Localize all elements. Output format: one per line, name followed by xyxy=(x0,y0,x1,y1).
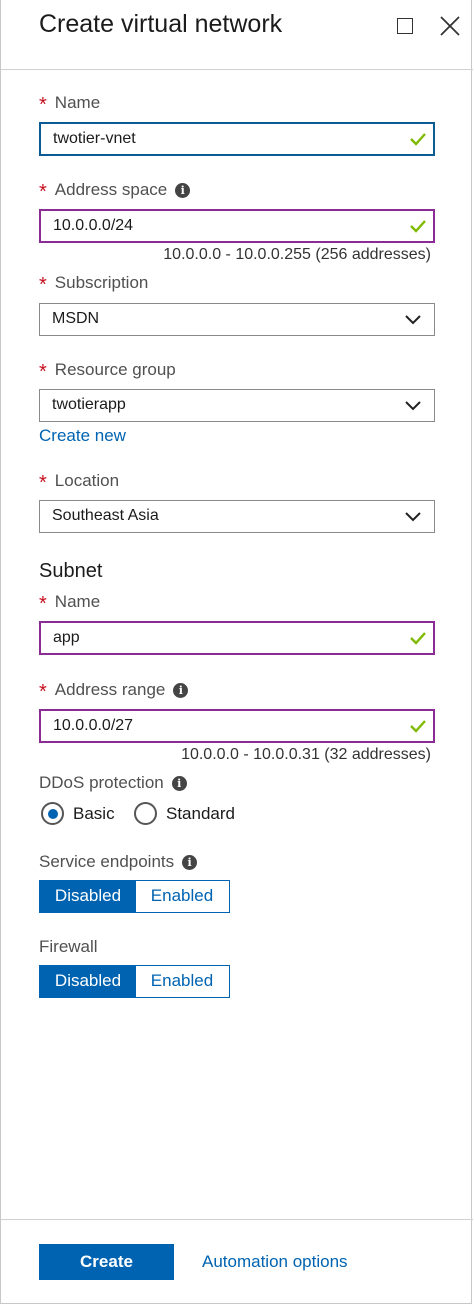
required-marker: * xyxy=(39,472,47,494)
firewall-label: Firewall xyxy=(39,937,98,956)
location-select[interactable]: Southeast Asia xyxy=(39,500,435,533)
subnet-section-title: Subnet xyxy=(39,560,103,582)
service-endpoints-disabled-option[interactable]: Disabled xyxy=(40,881,136,912)
address-space-input[interactable]: 10.0.0.0/24 xyxy=(39,209,435,243)
blade-header: Create virtual network xyxy=(1,0,473,70)
required-marker: * xyxy=(39,681,47,703)
firewall-toggle: Disabled Enabled xyxy=(39,965,230,998)
address-range-input[interactable]: 10.0.0.0/27 xyxy=(39,709,435,743)
address-space-label: * Address space i xyxy=(39,180,191,203)
subscription-label: * Subscription xyxy=(39,273,149,296)
name-input[interactable]: twotier-vnet xyxy=(39,122,435,156)
radio-selected-icon xyxy=(41,802,64,825)
address-range-label: * Address range i xyxy=(39,680,189,703)
required-marker: * xyxy=(39,274,47,296)
location-label: * Location xyxy=(39,471,120,494)
ddos-radio-basic[interactable]: Basic xyxy=(41,802,115,825)
automation-options-link[interactable]: Automation options xyxy=(202,1252,348,1272)
checkmark-icon xyxy=(410,133,426,146)
info-icon[interactable]: i xyxy=(171,775,187,791)
chevron-down-icon xyxy=(405,512,421,522)
service-endpoints-label: Service endpoints i xyxy=(39,852,198,872)
service-endpoints-toggle: Disabled Enabled xyxy=(39,880,230,913)
firewall-enabled-option[interactable]: Enabled xyxy=(136,966,228,997)
required-marker: * xyxy=(39,94,47,116)
name-label: * Name xyxy=(39,93,101,116)
required-marker: * xyxy=(39,181,47,203)
address-range-hint: 10.0.0.0 - 10.0.0.31 (32 addresses) xyxy=(181,746,431,763)
info-icon[interactable]: i xyxy=(182,854,198,870)
chevron-down-icon xyxy=(405,315,421,325)
close-icon xyxy=(440,16,460,36)
ddos-protection-label: DDoS protection i xyxy=(39,773,187,793)
required-marker: * xyxy=(39,361,47,383)
maximize-button[interactable] xyxy=(394,14,418,38)
firewall-disabled-option[interactable]: Disabled xyxy=(40,966,136,997)
info-icon[interactable]: i xyxy=(175,182,191,198)
subscription-select[interactable]: MSDN xyxy=(39,303,435,336)
service-endpoints-enabled-option[interactable]: Enabled xyxy=(136,881,228,912)
resource-group-select[interactable]: twotierapp xyxy=(39,389,435,422)
address-space-hint: 10.0.0.0 - 10.0.0.255 (256 addresses) xyxy=(163,246,431,263)
required-marker: * xyxy=(39,593,47,615)
chevron-down-icon xyxy=(405,401,421,411)
radio-unselected-icon xyxy=(134,802,157,825)
checkmark-icon xyxy=(410,720,426,733)
maximize-icon xyxy=(397,18,413,34)
close-button[interactable] xyxy=(438,14,462,38)
create-vnet-blade: Create virtual network * Name twotier-vn… xyxy=(0,0,473,1304)
ddos-radio-standard[interactable]: Standard xyxy=(134,802,235,825)
blade-title: Create virtual network xyxy=(39,10,283,38)
resource-group-label: * Resource group xyxy=(39,360,176,383)
subnet-name-input[interactable]: app xyxy=(39,621,435,655)
create-new-resource-group-link[interactable]: Create new xyxy=(39,426,126,446)
blade-footer: Create Automation options xyxy=(1,1219,473,1304)
create-button[interactable]: Create xyxy=(39,1244,174,1280)
subnet-name-label: * Name xyxy=(39,592,101,615)
checkmark-icon xyxy=(410,220,426,233)
checkmark-icon xyxy=(410,632,426,645)
info-icon[interactable]: i xyxy=(173,682,189,698)
